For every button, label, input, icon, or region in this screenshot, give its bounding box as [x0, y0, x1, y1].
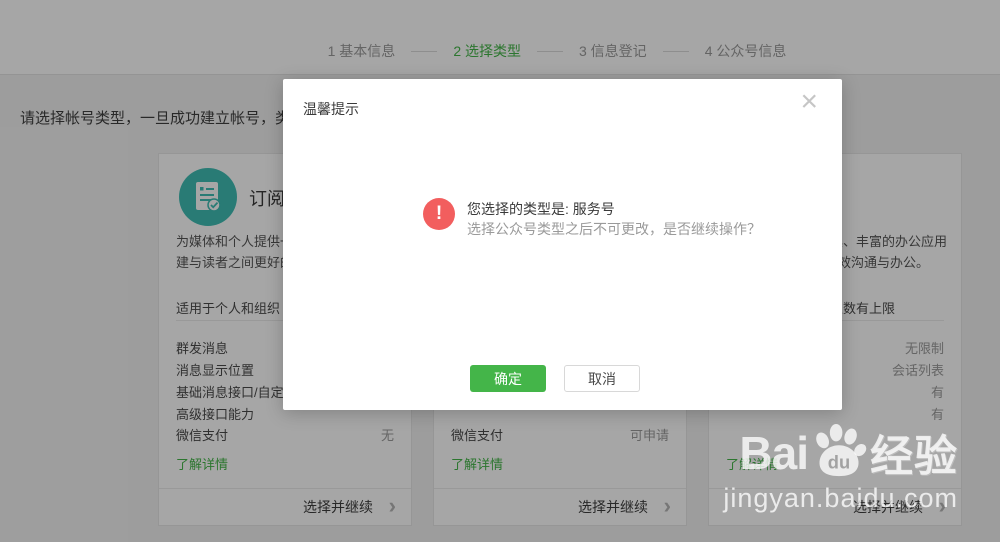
watermark-brand-text: Bai — [739, 426, 808, 480]
watermark-brand-suffix: 经验 — [870, 422, 958, 484]
cancel-button[interactable]: 取消 — [564, 365, 640, 392]
warning-icon: ! — [423, 198, 455, 230]
watermark-logo: Bai du 经验 — [723, 426, 958, 480]
watermark: Bai du 经验 jingyan.baidu.com — [723, 426, 958, 514]
dialog-message-secondary: 选择公众号类型之后不可更改，是否继续操作？ — [467, 219, 761, 239]
confirm-button[interactable]: 确定 — [470, 365, 546, 392]
svg-text:du: du — [828, 451, 850, 472]
baidu-paw-icon: du — [810, 424, 868, 483]
watermark-url: jingyan.baidu.com — [723, 483, 958, 514]
confirmation-dialog: 温馨提示 × ! 您选择的类型是: 服务号 选择公众号类型之后不可更改，是否继续… — [283, 79, 842, 410]
close-icon[interactable]: × — [800, 87, 818, 117]
dialog-message-primary: 您选择的类型是: 服务号 — [467, 199, 615, 219]
registration-page: 1 基本信息 2 选择类型 3 信息登记 4 公众号信息 请选择帐号类型，一旦成… — [0, 0, 1000, 542]
dialog-title: 温馨提示 — [303, 99, 359, 119]
